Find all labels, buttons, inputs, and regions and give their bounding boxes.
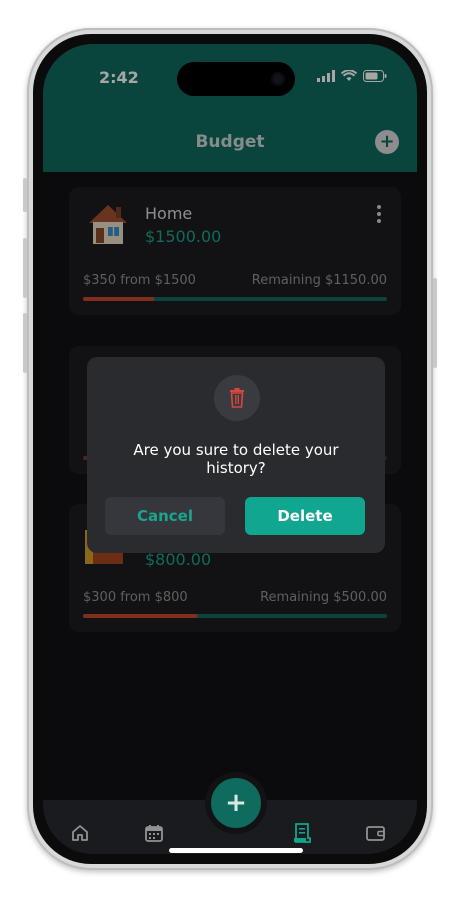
home-indicator bbox=[169, 848, 303, 853]
receipt-icon[interactable] bbox=[291, 822, 313, 844]
delete-confirm-dialog: Are you sure to delete your history? Can… bbox=[87, 357, 385, 553]
phone-bezel: 2:42 Budget + Home $1500.00 $350 from $1… bbox=[33, 34, 427, 864]
delete-button[interactable]: Delete bbox=[245, 497, 365, 535]
trash-icon bbox=[230, 388, 244, 408]
cancel-button[interactable]: Cancel bbox=[105, 497, 225, 535]
dialog-message: Are you sure to delete your history? bbox=[133, 441, 339, 477]
trash-icon-container bbox=[214, 375, 260, 421]
silent-switch bbox=[23, 178, 27, 212]
screen: 2:42 Budget + Home $1500.00 $350 from $1… bbox=[43, 44, 417, 854]
plus-icon: + bbox=[225, 788, 247, 818]
add-transaction-button[interactable]: + bbox=[211, 778, 261, 828]
home-icon[interactable] bbox=[69, 822, 91, 844]
calendar-icon[interactable] bbox=[143, 822, 165, 844]
volume-down-button bbox=[23, 313, 27, 373]
power-button bbox=[433, 278, 437, 368]
phone-frame: 2:42 Budget + Home $1500.00 $350 from $1… bbox=[23, 28, 437, 870]
volume-up-button bbox=[23, 238, 27, 298]
wallet-icon[interactable] bbox=[365, 822, 387, 844]
